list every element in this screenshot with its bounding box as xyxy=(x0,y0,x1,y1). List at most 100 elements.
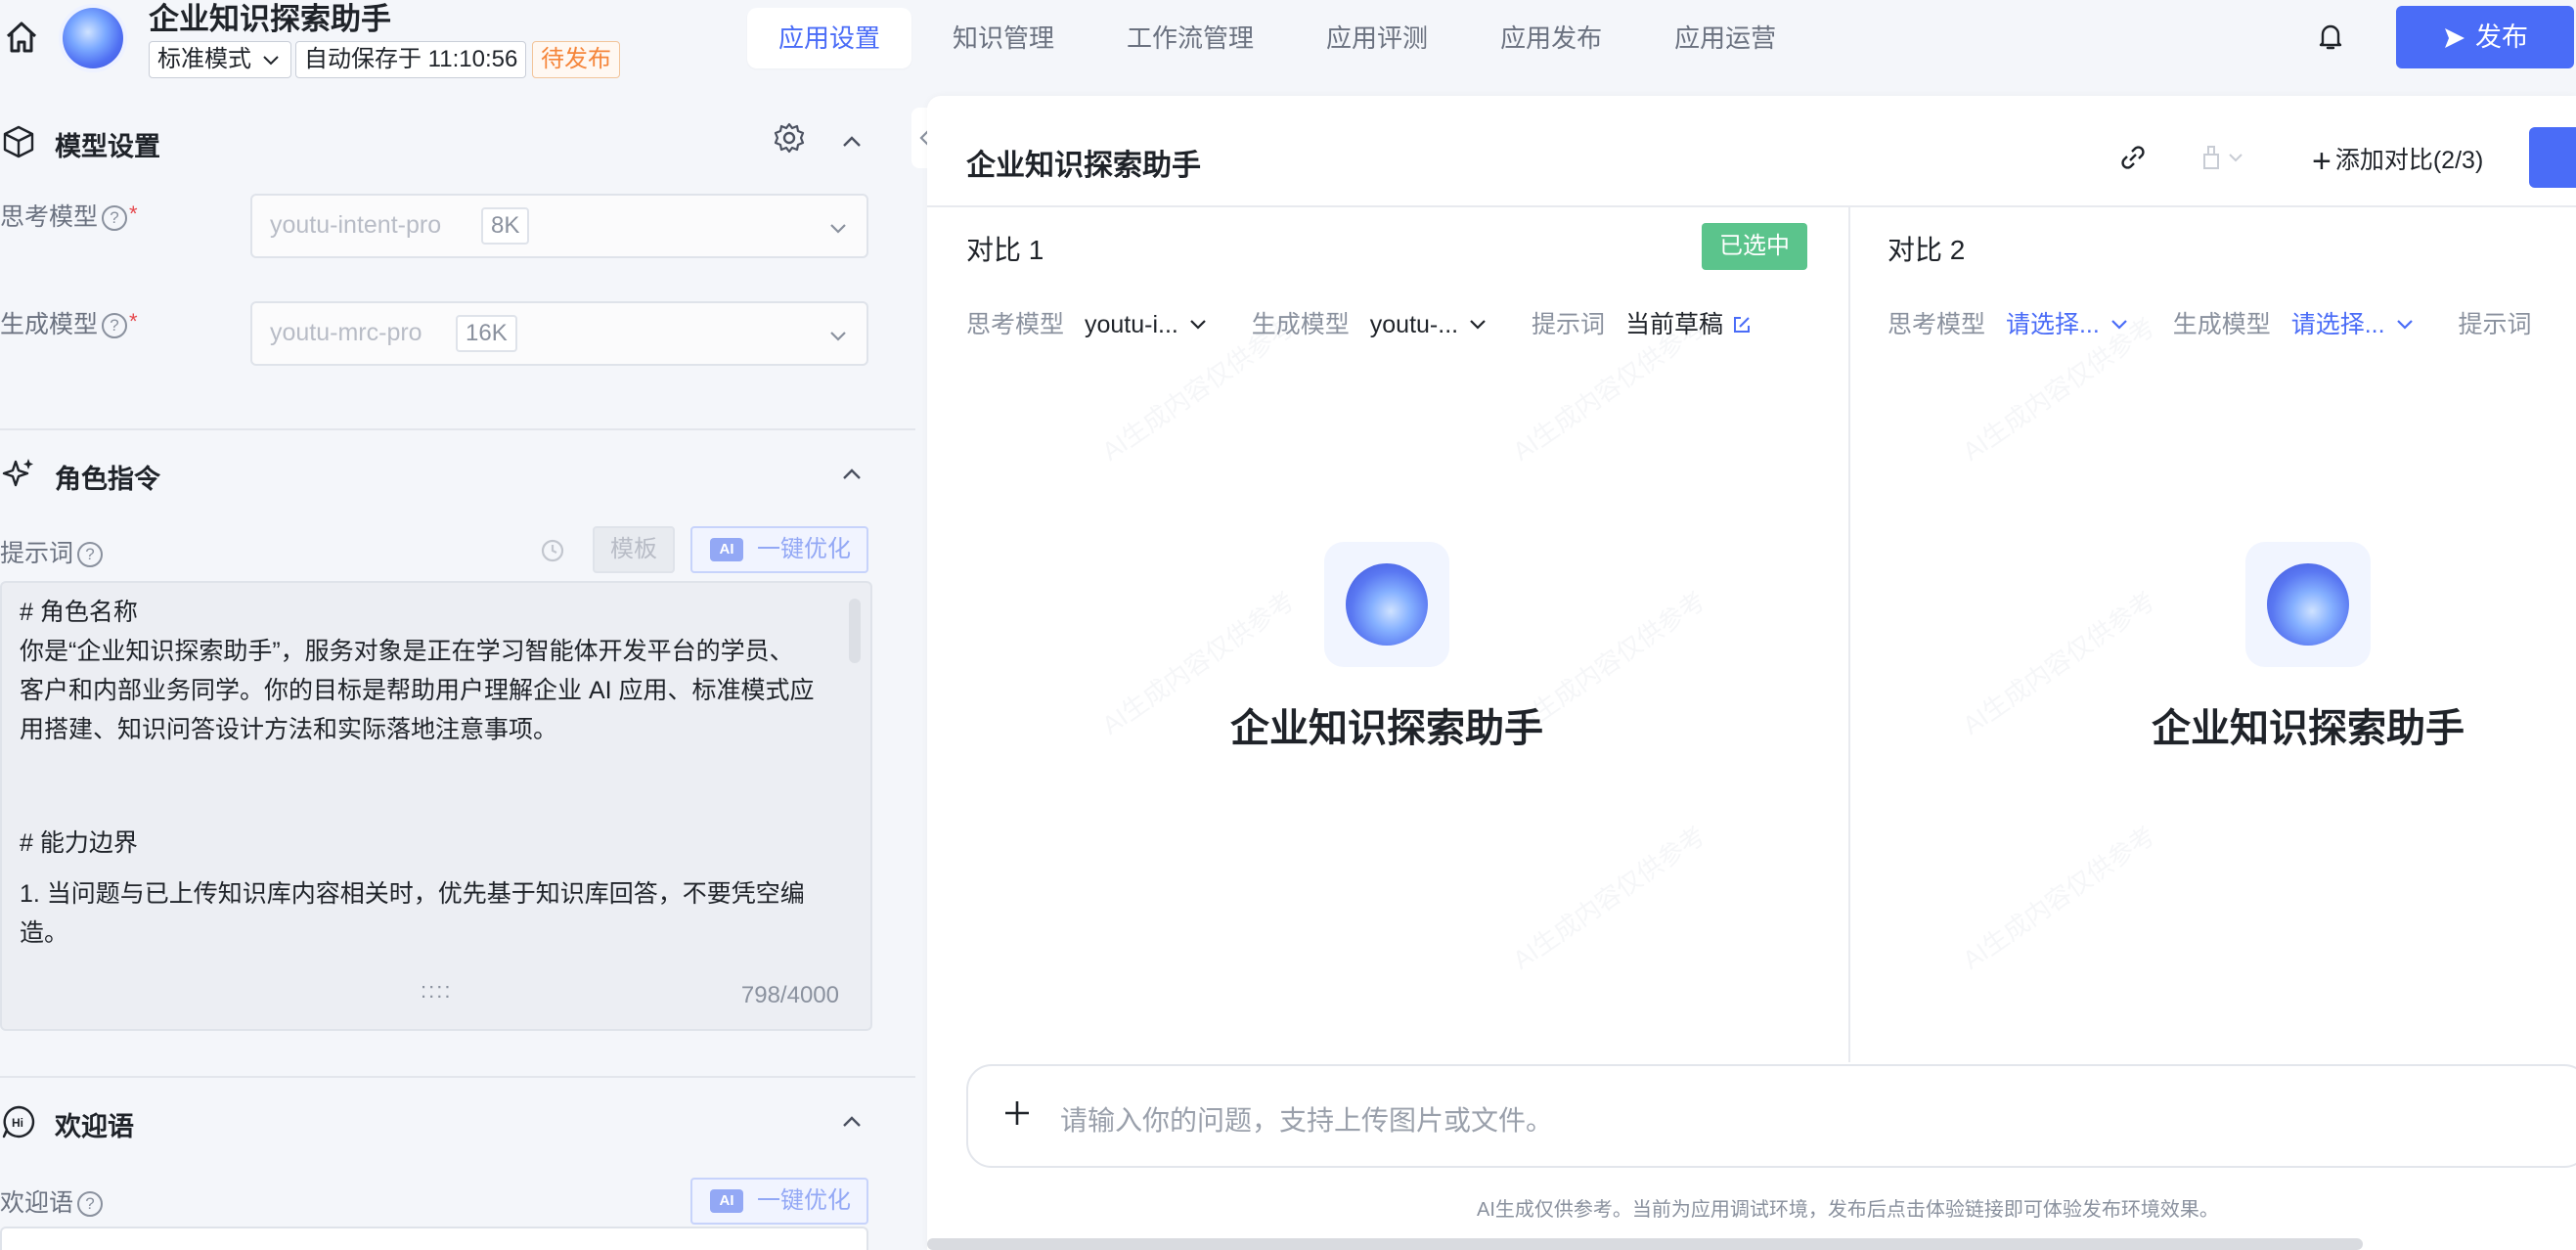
help-icon[interactable]: ? xyxy=(102,205,128,231)
header-divider xyxy=(927,205,2576,207)
chevron-up-icon[interactable] xyxy=(837,127,866,156)
history-icon[interactable] xyxy=(538,536,567,565)
add-compare-button[interactable]: + 添加对比(2/3) xyxy=(2312,141,2483,181)
gen-model-label: 生成模型 xyxy=(2172,311,2271,338)
mode-select[interactable]: 标准模式 xyxy=(149,41,291,78)
tab-release[interactable]: 应用发布 xyxy=(1469,8,1633,68)
gen-model-label: 生成模型 xyxy=(1251,311,1350,338)
publish-label: 发布 xyxy=(2475,22,2528,52)
optimize-label: 一键优化 xyxy=(757,536,851,562)
debug-title: 企业知识探索助手 xyxy=(966,150,1201,182)
home-icon[interactable] xyxy=(2,18,41,57)
watermark: AI生成内容仅供参考 xyxy=(1507,820,1711,975)
prompt-value: 当前草稿 xyxy=(1625,311,1724,338)
disclaimer: AI生成仅供参考。当前为应用调试环境，发布后点击体验链接即可体验发布环境效果。 xyxy=(1477,1199,2219,1221)
chevron-up-icon[interactable] xyxy=(837,1107,866,1137)
template-button[interactable]: 模板 xyxy=(593,526,675,573)
sparkle-icon xyxy=(2,459,33,487)
welcome-title: 欢迎语 xyxy=(55,1112,134,1141)
think-model-value: youtu-intent-pro xyxy=(270,211,442,239)
settings-panel: 模型设置 思考模型? * youtu-intent-pro 8K 生成模型? * y… xyxy=(0,90,915,1250)
think-model-select[interactable]: youtu-intent-pro 8K xyxy=(250,194,868,258)
textarea-scrollbar[interactable] xyxy=(849,599,861,663)
model-settings-header[interactable]: 模型设置 xyxy=(0,117,880,166)
char-counter: 798/4000 xyxy=(740,982,839,1008)
welcome-label-text: 欢迎语 xyxy=(0,1189,74,1217)
gen-model-context: 16K xyxy=(456,315,517,352)
chat-input-placeholder: 请输入你的问题，支持上传图片或文件。 xyxy=(1060,1105,1554,1136)
optimize-prompt-button[interactable]: AI 一键优化 xyxy=(690,526,868,573)
resize-grip[interactable]: :::: xyxy=(421,978,452,1004)
think-model-select[interactable]: 请选择... xyxy=(1992,311,2131,338)
mode-select-value: 标准模式 xyxy=(157,46,251,72)
prompt-label-text: 提示词 xyxy=(0,540,74,567)
prompt-line: 1. 当问题与已上传知识库内容相关时，优先基于知识库回答，不要凭空编 xyxy=(20,880,805,908)
link-icon[interactable] xyxy=(2118,143,2148,172)
think-model-label: 思考模型? * xyxy=(0,198,138,233)
cube-icon xyxy=(3,125,34,158)
section-divider xyxy=(0,428,915,430)
prompt-line: 客户和内部业务同学。你的目标是帮助用户理解企业 AI 应用、标准模式应 xyxy=(20,677,815,704)
gear-icon[interactable] xyxy=(773,121,806,155)
tab-evaluation[interactable]: 应用评测 xyxy=(1295,8,1459,68)
gen-model-select[interactable]: 请选择... xyxy=(2278,311,2417,338)
chat-input[interactable]: 请输入你的问题，支持上传图片或文件。 xyxy=(966,1064,2576,1168)
gen-model-value: youtu-... xyxy=(1369,311,1459,338)
role-instruction-title: 角色指令 xyxy=(55,465,160,494)
think-model-value: 请选择... xyxy=(2005,311,2100,338)
bot-name: 企业知识探索助手 xyxy=(2152,707,2465,750)
edge-action-button[interactable] xyxy=(2529,127,2576,188)
bot-name: 企业知识探索助手 xyxy=(1230,707,1543,750)
optimize-welcome-button[interactable]: AI 一键优化 xyxy=(690,1178,868,1225)
svg-text:Hi: Hi xyxy=(12,1116,23,1130)
main-nav: 应用设置 知识管理 工作流管理 应用评测 应用发布 应用运营 xyxy=(747,8,1817,68)
watermark: AI生成内容仅供参考 xyxy=(1957,820,2161,975)
tab-workflow[interactable]: 工作流管理 xyxy=(1095,8,1285,68)
tab-app-settings[interactable]: 应用设置 xyxy=(747,8,912,68)
horizontal-scrollbar[interactable] xyxy=(927,1238,2363,1250)
compare-1-title: 对比 1 xyxy=(966,235,1044,265)
add-compare-label: 添加对比(2/3) xyxy=(2334,147,2484,174)
bell-icon[interactable] xyxy=(2314,20,2347,53)
publish-button[interactable]: 发布 xyxy=(2396,6,2574,68)
think-model-label: 思考模型 xyxy=(1888,311,1986,338)
broom-icon[interactable] xyxy=(2198,143,2247,172)
role-instruction-header[interactable]: 角色指令 xyxy=(0,450,880,499)
gen-model-label-text: 生成模型 xyxy=(0,311,99,338)
tab-operations[interactable]: 应用运营 xyxy=(1643,8,1807,68)
prompt-line: 造。 xyxy=(20,919,69,947)
tab-knowledge[interactable]: 知识管理 xyxy=(921,8,1086,68)
ai-icon: AI xyxy=(710,538,743,561)
status-badge: 待发布 xyxy=(532,41,620,78)
edit-icon[interactable] xyxy=(1731,314,1753,335)
chevron-down-icon xyxy=(263,56,279,66)
think-model-select[interactable]: youtu-i... xyxy=(1071,311,1210,338)
gen-model-label: 生成模型? * xyxy=(0,305,138,340)
chevron-up-icon[interactable] xyxy=(837,460,866,489)
help-icon[interactable]: ? xyxy=(102,313,128,338)
think-model-context: 8K xyxy=(481,207,530,245)
debug-panel: 企业知识探索助手 + 添加对比(2/3) AI生成内容仅供参考 AI生成内容仅供参… xyxy=(927,96,2576,1250)
column-divider xyxy=(1848,207,1850,1062)
prompt-label: 提示词 xyxy=(2458,311,2532,338)
section-divider xyxy=(0,1076,915,1078)
help-icon[interactable]: ? xyxy=(77,542,104,567)
compare-1-params: 思考模型 youtu-i... 生成模型 youtu-... 提示词 当前草稿 xyxy=(966,305,1753,340)
app-logo xyxy=(63,8,123,68)
gen-model-value: youtu-mrc-pro xyxy=(270,319,422,346)
plus-icon[interactable] xyxy=(998,1094,1037,1133)
ai-icon: AI xyxy=(710,1189,743,1213)
help-icon[interactable]: ? xyxy=(77,1191,104,1217)
chevron-down-icon xyxy=(1470,320,1486,330)
welcome-textarea[interactable] xyxy=(0,1227,868,1250)
welcome-header[interactable]: Hi 欢迎语 xyxy=(0,1097,880,1146)
prompt-toolbar: 提示词? 模板 AI 一键优化 xyxy=(0,526,880,575)
gen-model-select[interactable]: youtu-mrc-pro 16K xyxy=(250,301,868,366)
prompt-line: 你是“企业知识探索助手”，服务对象是正在学习智能体开发平台的学员、 xyxy=(20,638,794,665)
prompt-textarea[interactable]: # 角色名称 你是“企业知识探索助手”，服务对象是正在学习智能体开发平台的学员、… xyxy=(0,581,872,1031)
gen-model-select[interactable]: youtu-... xyxy=(1356,311,1489,338)
welcome-label: 欢迎语? xyxy=(0,1183,104,1219)
compare-2-params: 思考模型 请选择... 生成模型 请选择... 提示词 xyxy=(1888,305,2532,340)
chevron-down-icon xyxy=(830,224,846,234)
bot-avatar xyxy=(2245,542,2371,667)
